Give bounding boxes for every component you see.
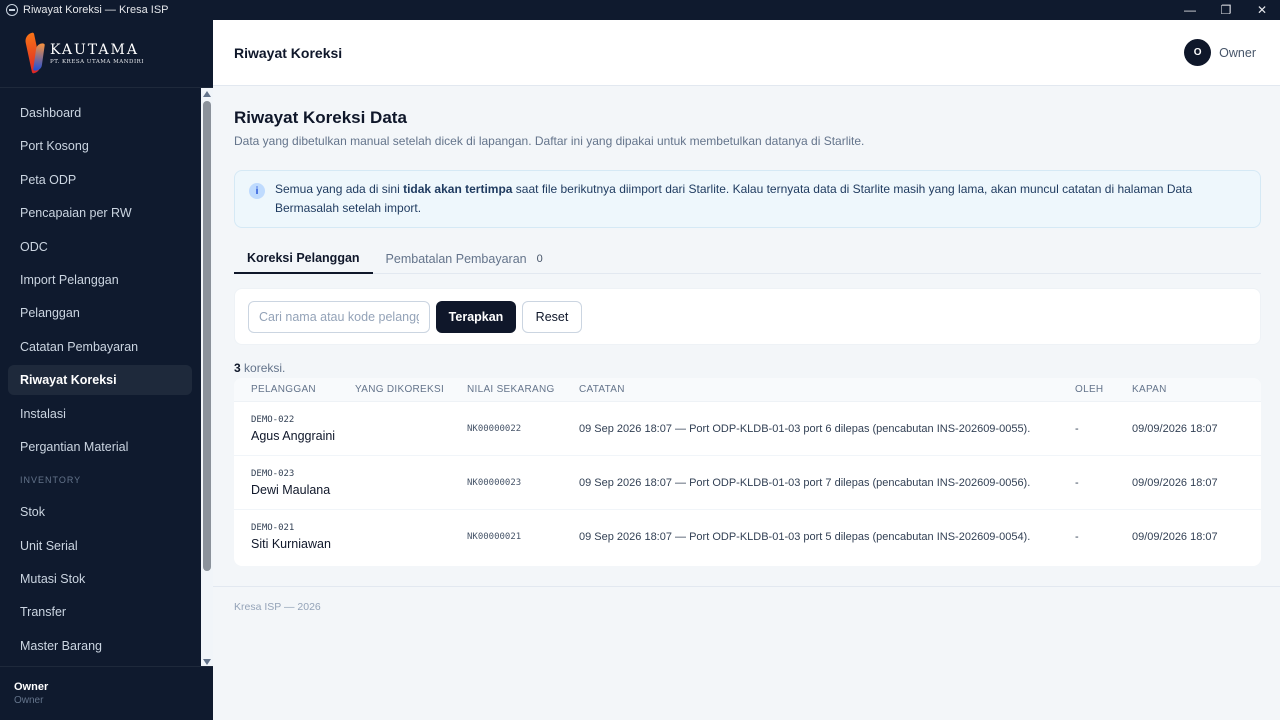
minimize-icon[interactable]: — — [1172, 0, 1208, 20]
sidebar-item-mutasi-stok[interactable]: Mutasi Stok — [8, 564, 192, 594]
tab-count-badge: 0 — [536, 253, 543, 265]
customer-name[interactable]: Dewi Maulana — [251, 483, 355, 497]
sidebar-section-inventory: INVENTORY — [20, 475, 82, 486]
sidebar-item-dashboard[interactable]: Dashboard — [8, 98, 192, 128]
customer-code: DEMO-022 — [251, 414, 295, 425]
header-title: Riwayat Koreksi — [234, 44, 343, 61]
by: - — [1075, 531, 1079, 543]
tab-koreksi-pelanggan[interactable]: Koreksi Pelanggan — [234, 244, 373, 274]
result-count-suffix: koreksi. — [240, 361, 286, 375]
flame-logo-icon — [23, 31, 48, 75]
when: 09/09/2026 18:07 — [1132, 422, 1218, 435]
customer-name[interactable]: Siti Kurniawan — [251, 537, 355, 551]
scroll-down-icon[interactable] — [203, 659, 211, 665]
scroll-thumb[interactable] — [203, 101, 211, 571]
result-count-number: 3 — [234, 361, 241, 375]
page-footer: Kresa ISP — 2026 — [234, 601, 321, 613]
info-notice: i Semua yang ada di sini tidak akan tert… — [234, 170, 1261, 228]
info-text-before: Semua yang ada di sini — [275, 182, 404, 196]
avatar[interactable]: O — [1184, 39, 1212, 66]
window-title: Riwayat Koreksi — Kresa ISP — [23, 4, 169, 16]
globe-icon — [6, 4, 18, 16]
col-header-catatan[interactable]: CATATAN — [579, 384, 1075, 395]
sidebar-item-instalasi[interactable]: Instalasi — [8, 399, 192, 429]
sidebar: KAUTAMA PT. KRESA UTAMA MANDIRI Dashboar… — [0, 20, 213, 720]
tab-pembatalan-pembayaran-label: Pembatalan Pembayaran — [385, 252, 527, 266]
search-input[interactable] — [248, 300, 430, 333]
footer-divider — [213, 586, 1280, 587]
info-text-bold: tidak akan tertimpa — [403, 182, 513, 196]
corrections-table: PELANGGAN YANG DIKOREKSI NILAI SEKARANG … — [234, 378, 1261, 566]
sidebar-scrollbar[interactable] — [201, 88, 213, 667]
customer-code: DEMO-021 — [251, 523, 295, 533]
note: 09 Sep 2026 18:07 — Port ODP-KLDB-01-03 … — [579, 476, 1031, 489]
table-header: PELANGGAN YANG DIKOREKSI NILAI SEKARANG … — [234, 378, 1261, 402]
current-value: NK00000021 — [467, 532, 522, 542]
sidebar-item-transfer[interactable]: Transfer — [8, 597, 192, 627]
tab-bar: Koreksi Pelanggan Pembatalan Pembayaran … — [234, 244, 1261, 274]
sidebar-item-master-barang[interactable]: Master Barang — [8, 631, 192, 661]
customer-code: DEMO-023 — [251, 468, 295, 479]
when: 09/09/2026 18:07 — [1132, 476, 1218, 489]
window-titlebar: Riwayat Koreksi — Kresa ISP — ❐ ✕ — [0, 0, 1280, 20]
tab-koreksi-pelanggan-label: Koreksi Pelanggan — [247, 251, 360, 265]
col-header-pelanggan[interactable]: PELANGGAN — [234, 384, 355, 395]
sidebar-item-pelanggan[interactable]: Pelanggan — [8, 298, 192, 328]
sidebar-item-odc[interactable]: ODC — [8, 232, 192, 262]
maximize-icon[interactable]: ❐ — [1208, 0, 1244, 20]
filter-bar: Terapkan Reset — [234, 288, 1261, 345]
current-value: NK00000023 — [467, 477, 522, 488]
table-row[interactable]: DEMO-022 Agus Anggraini NK00000022 09 Se… — [234, 402, 1261, 456]
logo[interactable]: KAUTAMA PT. KRESA UTAMA MANDIRI — [0, 20, 213, 86]
info-icon: i — [249, 183, 265, 199]
sidebar-item-pencapaian-per-rw[interactable]: Pencapaian per RW — [8, 198, 192, 228]
apply-button[interactable]: Terapkan — [436, 300, 516, 333]
logo-subtitle: PT. KRESA UTAMA MANDIRI — [50, 58, 144, 65]
col-header-oleh[interactable]: OLEH — [1075, 384, 1132, 395]
logo-brand: KAUTAMA — [50, 41, 139, 58]
table-row[interactable]: DEMO-023 Dewi Maulana NK00000023 09 Sep … — [234, 456, 1261, 510]
sidebar-item-peta-odp[interactable]: Peta ODP — [8, 165, 192, 195]
reset-button[interactable]: Reset — [522, 300, 582, 333]
sidebar-item-port-kosong[interactable]: Port Kosong — [8, 131, 192, 161]
sidebar-item-import-pelanggan[interactable]: Import Pelanggan — [8, 265, 192, 295]
by: - — [1075, 476, 1079, 489]
sidebar-user-role: Owner — [14, 695, 44, 706]
top-header: Riwayat Koreksi O Owner — [213, 20, 1280, 86]
current-value: NK00000022 — [467, 423, 522, 434]
page-subtitle: Data yang dibetulkan manual setelah dice… — [234, 134, 865, 148]
sidebar-item-unit-serial[interactable]: Unit Serial — [8, 531, 192, 561]
sidebar-item-catatan-pembayaran[interactable]: Catatan Pembayaran — [8, 332, 192, 362]
header-user-label[interactable]: Owner — [1219, 46, 1256, 60]
main-content: Riwayat Koreksi Data Data yang dibetulka… — [213, 86, 1280, 720]
table-row[interactable]: DEMO-021 Siti Kurniawan NK00000021 09 Se… — [234, 510, 1261, 564]
by: - — [1075, 422, 1079, 435]
customer-name[interactable]: Agus Anggraini — [251, 429, 355, 443]
page-title: Riwayat Koreksi Data — [234, 108, 407, 127]
when: 09/09/2026 18:07 — [1132, 531, 1218, 543]
scroll-up-icon[interactable] — [203, 91, 211, 97]
sidebar-item-pergantian-material[interactable]: Pergantian Material — [8, 432, 192, 462]
tab-pembatalan-pembayaran[interactable]: Pembatalan Pembayaran 0 — [373, 244, 556, 274]
col-header-yang-dikoreksi[interactable]: YANG DIKOREKSI — [355, 384, 467, 395]
sidebar-nav: Dashboard Port Kosong Peta ODP Pencapaia… — [0, 87, 213, 667]
col-header-kapan[interactable]: KAPAN — [1132, 384, 1261, 395]
col-header-nilai-sekarang[interactable]: NILAI SEKARANG — [467, 384, 579, 395]
note: 09 Sep 2026 18:07 — Port ODP-KLDB-01-03 … — [579, 531, 1031, 543]
note: 09 Sep 2026 18:07 — Port ODP-KLDB-01-03 … — [579, 422, 1031, 435]
sidebar-item-stok[interactable]: Stok — [8, 497, 192, 527]
result-count: 3 koreksi. — [234, 361, 285, 375]
close-icon[interactable]: ✕ — [1244, 0, 1280, 20]
sidebar-item-riwayat-koreksi[interactable]: Riwayat Koreksi — [8, 365, 192, 396]
sidebar-user[interactable]: Owner Owner — [0, 666, 213, 720]
sidebar-user-name: Owner — [14, 681, 49, 693]
